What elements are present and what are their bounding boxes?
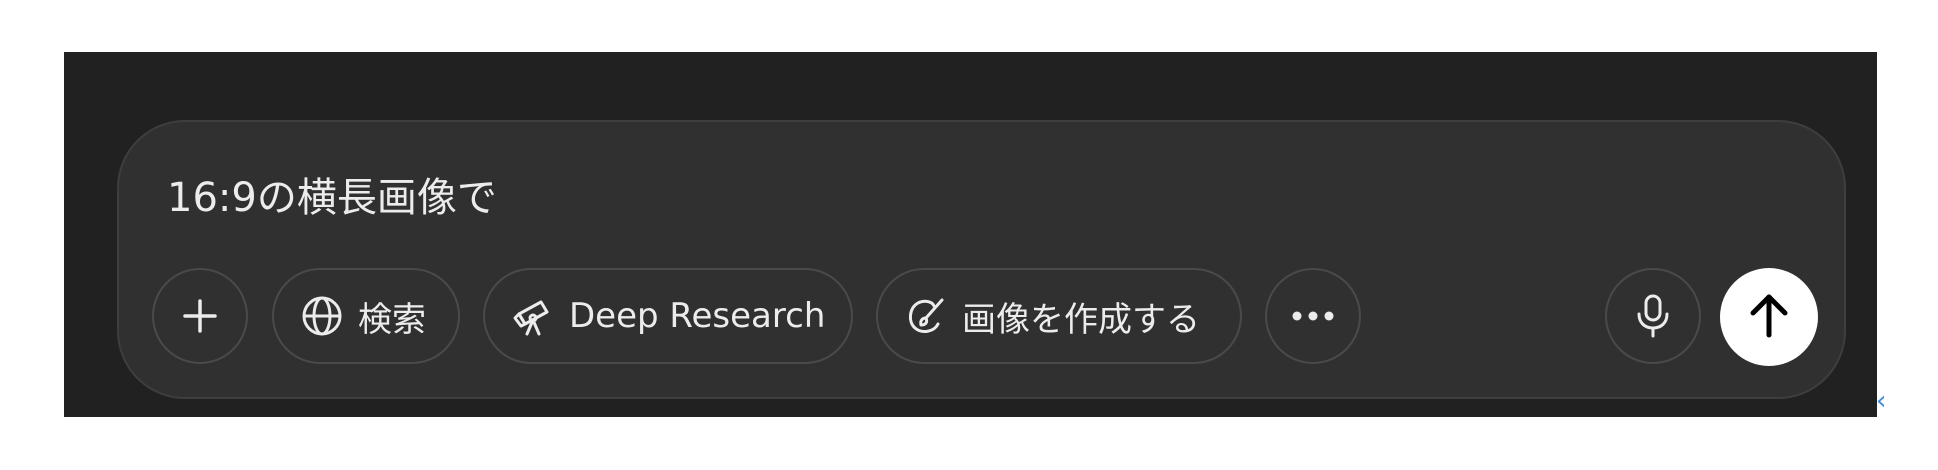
telescope-icon	[511, 294, 555, 338]
prompt-input[interactable]: 16:9の横長画像で	[167, 170, 497, 226]
send-button[interactable]	[1720, 268, 1818, 366]
deep-research-button[interactable]: Deep Research	[483, 268, 853, 364]
search-button[interactable]: 検索	[272, 268, 460, 364]
image-brush-icon	[904, 294, 948, 338]
prompt-composer: 16:9の横長画像で 検索 Deep Research 画像を作成する	[117, 120, 1846, 399]
add-button[interactable]	[152, 268, 248, 364]
microphone-button[interactable]	[1605, 268, 1701, 364]
plus-icon	[180, 296, 220, 336]
deep-research-label: Deep Research	[569, 296, 826, 336]
arrow-up-icon	[1747, 291, 1791, 343]
create-image-button[interactable]: 画像を作成する	[876, 268, 1242, 364]
ellipsis-icon	[1291, 310, 1335, 322]
more-button[interactable]	[1265, 268, 1361, 364]
scroll-edge-indicator: ‹	[1876, 386, 1887, 416]
microphone-icon	[1633, 293, 1673, 339]
create-image-label: 画像を作成する	[962, 299, 1200, 340]
search-label: 検索	[358, 299, 426, 340]
chat-panel: 16:9の横長画像で 検索 Deep Research 画像を作成する	[64, 52, 1877, 417]
globe-icon	[300, 294, 344, 338]
